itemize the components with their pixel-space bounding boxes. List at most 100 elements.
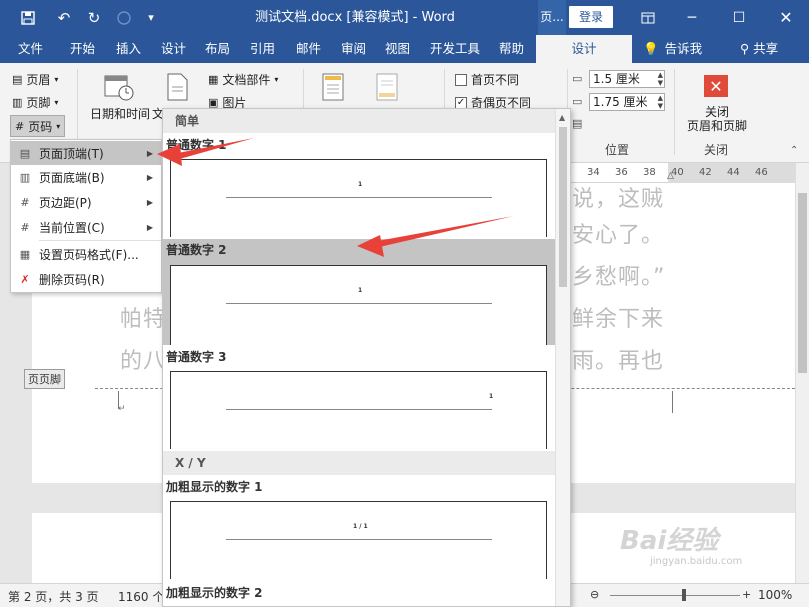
header-icon: ▤ (12, 73, 23, 86)
document-parts-button[interactable]: ▦ 文档部件 ▾ (208, 71, 278, 88)
ruler-tick: 36 (615, 167, 628, 178)
header-button[interactable]: ▤ 页眉 ▾ (12, 71, 58, 88)
gallery-item-bold-number-2[interactable]: 加粗显示的数字 2 (163, 581, 555, 606)
watermark-url: jingyan.baidu.com (650, 556, 743, 567)
current-position-icon: # (20, 220, 30, 234)
tab-home[interactable]: 开始 (70, 35, 95, 63)
page-number-button[interactable]: # 页码 ▾ (10, 115, 66, 137)
tell-me-box[interactable]: 💡 告诉我 (643, 35, 702, 63)
ruler-tick: 34 (587, 167, 600, 178)
indent-marker-icon[interactable]: △ (667, 171, 674, 181)
tab-file[interactable]: 文件 (18, 35, 43, 63)
footer-bottom-spinner[interactable]: 1.75 厘米 ▲ ▼ (589, 93, 665, 111)
gallery-section-xy: X / Y (163, 451, 555, 475)
save-icon[interactable] (14, 0, 42, 35)
gallery-thumbnail: 1 (170, 265, 547, 345)
tab-design[interactable]: 设计 (161, 35, 186, 63)
horizontal-ruler[interactable]: 34 36 38 40 42 44 46 △ (571, 163, 809, 183)
close-window-icon[interactable]: ✕ (763, 0, 809, 35)
menu-separator (39, 240, 161, 241)
gallery-thumbnail: 1 / 1 (170, 501, 547, 579)
page-count[interactable]: 第 2 页，共 3 页 (8, 588, 99, 605)
format-pagenum-icon: ▦ (19, 247, 31, 261)
word-window: ↶ ↻ ▾ 测试文档.docx [兼容模式] - Word 页... 登录 ─ … (0, 0, 809, 607)
spinner-arrows-icon[interactable]: ▲ ▼ (658, 71, 663, 87)
scroll-up-icon[interactable]: ▲ (559, 113, 565, 122)
zoom-slider[interactable] (610, 595, 740, 596)
gallery-scrollbar-thumb[interactable] (559, 127, 567, 287)
ruler-tick: 44 (727, 167, 740, 178)
header-top-spinner[interactable]: 1.5 厘米 ▲ ▼ (589, 70, 665, 88)
tab-help[interactable]: 帮助 (499, 35, 524, 63)
submenu-arrow-icon: ▶ (146, 172, 153, 182)
login-button[interactable]: 登录 (569, 6, 613, 28)
share-button[interactable]: ⚲ 共享 (740, 35, 778, 63)
zoom-in-icon[interactable]: + (742, 588, 751, 601)
date-time-button[interactable]: 日期和时间 (90, 105, 150, 122)
gallery-item-plain-number-1[interactable]: 普通数字 1 1 (163, 133, 555, 237)
gallery-item-plain-number-3[interactable]: 普通数字 3 1 (163, 345, 555, 449)
menu-item-remove-page-numbers[interactable]: ✗ 删除页码(R) (11, 267, 161, 291)
submenu-arrow-icon: ▶ (146, 148, 153, 158)
circle-icon[interactable] (110, 0, 138, 35)
doc-info-icon (166, 73, 190, 104)
zoom-level[interactable]: 100% (758, 588, 792, 602)
vertical-scrollbar[interactable] (795, 163, 809, 583)
first-page-different-checkbox[interactable]: 首页不同 (455, 71, 519, 88)
gallery-scrollbar[interactable]: ▲ (555, 109, 570, 606)
zoom-slider-thumb[interactable] (682, 589, 686, 601)
paragraph-mark-icon: ↵ (118, 404, 126, 414)
submenu-arrow-icon: ▶ (146, 197, 153, 207)
gallery-item-bold-number-1[interactable]: 加粗显示的数字 1 1 / 1 (163, 475, 555, 579)
maximize-icon[interactable]: ☐ (716, 0, 762, 35)
page-top-icon: ▤ (19, 146, 31, 160)
document-text-line: 安心了。 (572, 223, 665, 248)
group-separator (674, 69, 675, 155)
document-text-line: 帕特 (120, 307, 167, 332)
gallery-item-plain-number-2[interactable]: 普通数字 2 1 (163, 239, 555, 345)
title-bar: ↶ ↻ ▾ 测试文档.docx [兼容模式] - Word 页... 登录 ─ … (0, 0, 809, 35)
word-count[interactable]: 1160 个 (118, 588, 164, 605)
context-tab-group[interactable]: 页... (538, 0, 566, 35)
tab-layout[interactable]: 布局 (205, 35, 230, 63)
minimize-icon[interactable]: ─ (669, 0, 715, 35)
close-header-footer-icon[interactable]: ✕ (704, 75, 728, 97)
footer-button[interactable]: ▥ 页脚 ▾ (12, 94, 58, 111)
zoom-out-icon[interactable]: ⊖ (590, 588, 599, 601)
footer-icon: ▥ (12, 96, 23, 109)
tab-mailings[interactable]: 邮件 (296, 35, 321, 63)
undo-icon[interactable]: ↶ (50, 0, 78, 35)
tab-view[interactable]: 视图 (385, 35, 410, 63)
menu-item-page-margins[interactable]: # 页边距(P) ▶ (11, 190, 161, 214)
menu-item-current-position[interactable]: # 当前位置(C) ▶ (11, 215, 161, 239)
goto-header-icon[interactable] (322, 73, 344, 104)
delete-pagenum-icon: ✗ (20, 272, 30, 286)
close-header-footer-button[interactable]: 关闭 页眉和页脚 (681, 105, 753, 133)
page-bottom-icon: ▥ (19, 170, 31, 184)
customize-icon[interactable]: ▾ (137, 0, 165, 35)
tab-review[interactable]: 审阅 (341, 35, 366, 63)
footer-tag: 页页脚 (24, 369, 65, 389)
tab-header-footer-design[interactable]: 设计 (536, 35, 632, 63)
ribbon-display-icon[interactable] (625, 0, 671, 35)
submenu-arrow-icon: ▶ (146, 222, 153, 232)
ruler-tick: 46 (755, 167, 768, 178)
tab-references[interactable]: 引用 (250, 35, 275, 63)
goto-footer-icon[interactable] (376, 73, 398, 104)
redo-icon[interactable]: ↻ (80, 0, 108, 35)
ruler-tick: 42 (699, 167, 712, 178)
document-text-line: 雨。再也 (572, 349, 665, 374)
collapse-ribbon-icon[interactable]: ⌃ (790, 145, 798, 156)
menu-item-format-page-numbers[interactable]: ▦ 设置页码格式(F)... (11, 242, 161, 266)
tab-insert[interactable]: 插入 (116, 35, 141, 63)
tab-developer[interactable]: 开发工具 (430, 35, 480, 63)
menu-item-top-of-page[interactable]: ▤ 页面顶端(T) ▶ (11, 141, 161, 165)
position-group-label: 位置 (605, 143, 630, 157)
scrollbar-thumb[interactable] (798, 193, 807, 373)
spinner-arrows-icon[interactable]: ▲ ▼ (658, 94, 663, 110)
gallery-thumbnail: 1 (170, 371, 547, 449)
page-number-gallery: 简单 普通数字 1 1 普通数字 2 1 普通数字 3 1 X / Y 加粗显示… (162, 108, 571, 607)
gallery-section-simple: 简单 (163, 109, 555, 133)
menu-item-bottom-of-page[interactable]: ▥ 页面底端(B) ▶ (11, 165, 161, 189)
align-tab-icon[interactable]: ▤ (572, 117, 582, 130)
